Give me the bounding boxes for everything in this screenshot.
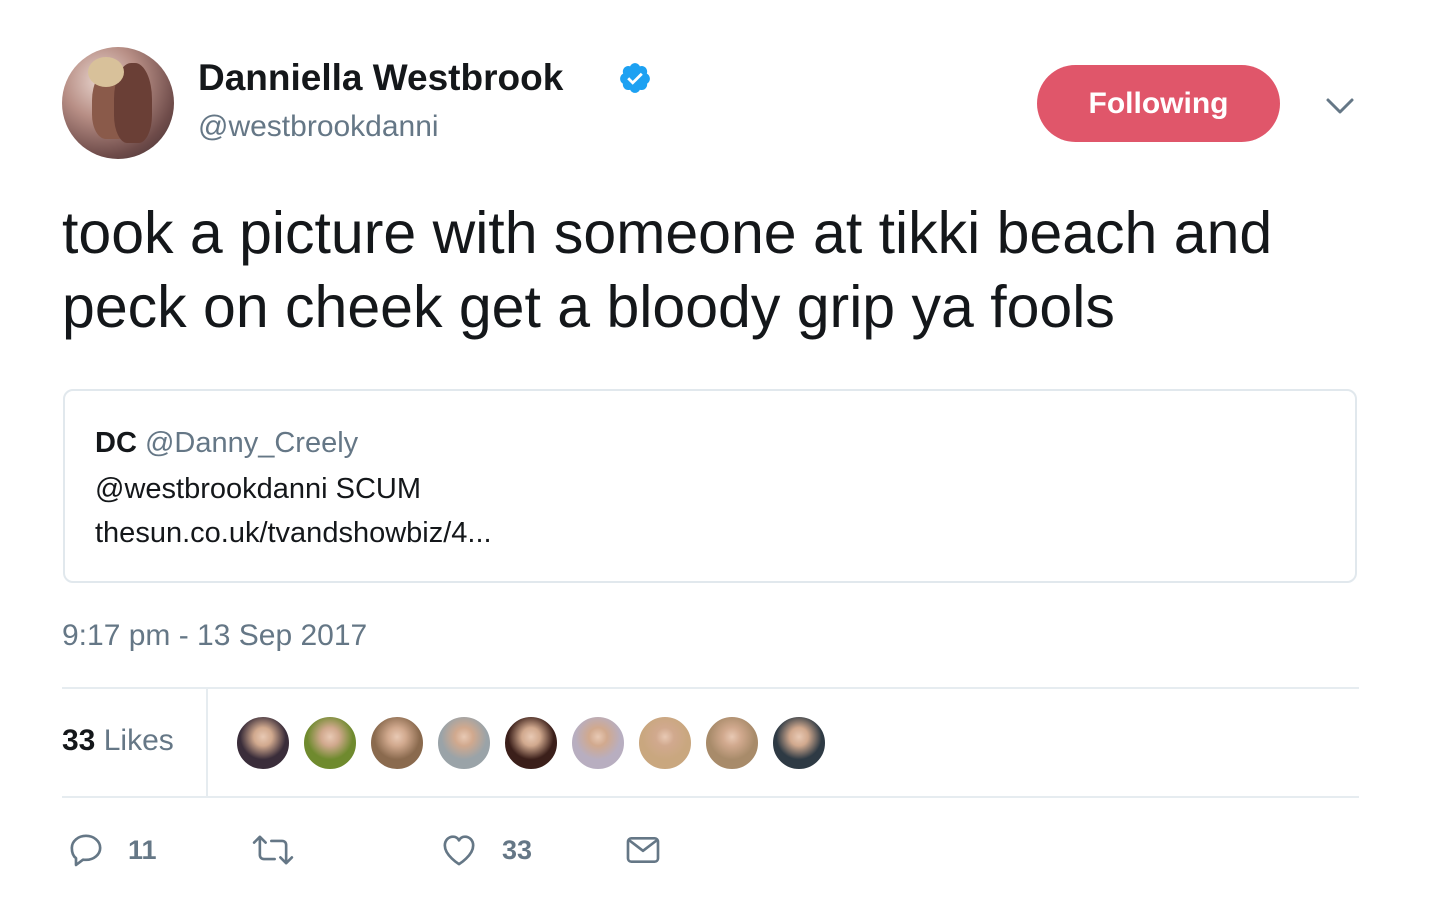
likes-count: 33: [62, 724, 96, 757]
author-handle[interactable]: @westbrookdanni: [198, 109, 439, 145]
likes-stat[interactable]: 33 Likes: [62, 722, 174, 760]
avatar-hair: [88, 57, 124, 87]
retweet-icon: [252, 835, 294, 865]
reply-icon: [70, 834, 102, 867]
divider: [62, 687, 1359, 689]
quoted-tweet-handle: @Danny_Creely: [144, 427, 359, 459]
quoted-tweet-author: DC @Danny_Creely: [95, 425, 358, 461]
following-button[interactable]: Following: [1037, 65, 1280, 142]
reply-count: 11: [128, 834, 157, 865]
quoted-tweet[interactable]: DC @Danny_Creely @westbrookdanni SCUM th…: [63, 389, 1357, 583]
message-action[interactable]: [622, 830, 664, 870]
reply-action[interactable]: 11: [66, 830, 157, 870]
heart-icon: [443, 835, 475, 866]
liker-avatar[interactable]: [302, 715, 358, 771]
verified-badge-icon: [620, 63, 650, 93]
liker-avatar[interactable]: [771, 715, 827, 771]
tweet-card: Danniella Westbrook @westbrookdanni Foll…: [0, 0, 1440, 921]
liker-avatar[interactable]: [235, 715, 291, 771]
quoted-tweet-name: DC: [95, 427, 137, 459]
tweet-text: took a picture with someone at tikki bea…: [62, 200, 1273, 340]
like-action[interactable]: 33: [438, 830, 532, 870]
liker-avatar[interactable]: [436, 715, 492, 771]
divider: [62, 796, 1359, 798]
retweet-action[interactable]: [250, 830, 296, 870]
like-count: 33: [502, 834, 533, 865]
liker-avatar[interactable]: [704, 715, 760, 771]
quoted-tweet-link[interactable]: thesun.co.uk/tvandshowbiz/4...: [95, 515, 492, 551]
liker-avatar[interactable]: [570, 715, 626, 771]
liker-avatar[interactable]: [503, 715, 559, 771]
divider: [206, 689, 208, 796]
quoted-tweet-text: @westbrookdanni SCUM: [95, 473, 422, 505]
chevron-down-icon[interactable]: [1320, 92, 1360, 122]
liker-avatar[interactable]: [637, 715, 693, 771]
envelope-icon: [626, 837, 660, 863]
author-display-name[interactable]: Danniella Westbrook: [198, 56, 563, 100]
author-avatar[interactable]: [62, 47, 174, 159]
liker-avatar[interactable]: [369, 715, 425, 771]
tweet-timestamp[interactable]: 9:17 pm - 13 Sep 2017: [62, 617, 367, 655]
likes-label: Likes: [103, 724, 174, 757]
